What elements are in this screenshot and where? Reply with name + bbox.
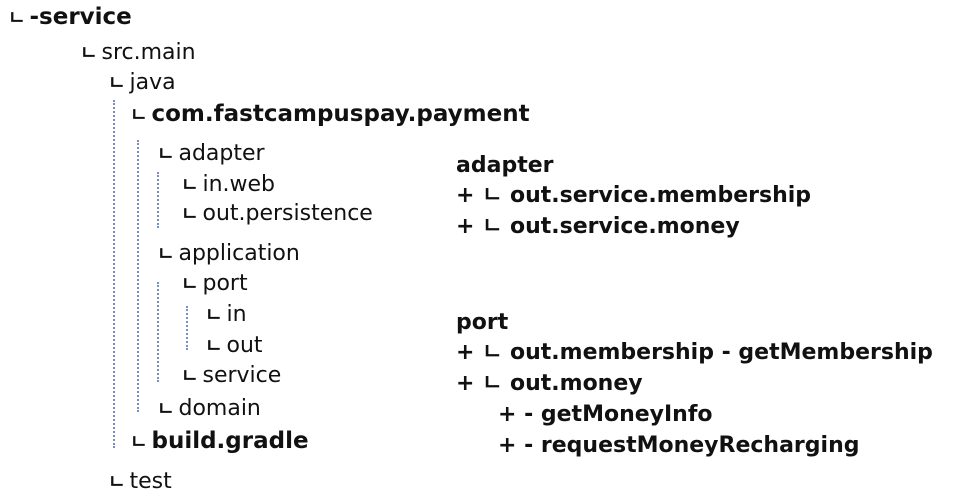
port-heading: port — [456, 310, 509, 335]
adapter-added-item: + ㄴ out.service.money — [456, 214, 740, 239]
tree-label: service — [202, 363, 282, 388]
tree-node-test: ㄴ test — [108, 471, 172, 493]
tree-label: src.main — [101, 40, 196, 65]
tree-label: build.gradle — [151, 428, 309, 454]
tree-node-out: ㄴ out — [205, 335, 263, 357]
money-method: + - getMoneyInfo — [498, 402, 713, 427]
branch-glyph-icon: ㄴ — [108, 72, 126, 94]
branch-glyph-icon: ㄴ — [205, 335, 223, 357]
tree-label: -service — [29, 4, 132, 30]
adapter-added-item: + ㄴ out.service.membership — [456, 183, 812, 208]
tree-label: port — [202, 271, 248, 296]
port-added-item: + ㄴ out.membership - getMembership — [456, 340, 933, 365]
tree-node-in: ㄴ in — [205, 304, 247, 326]
tree-label: out.persistence — [202, 201, 373, 226]
tree-node-src-main: ㄴ src.main — [80, 42, 196, 64]
tree-node-service: ㄴ service — [181, 365, 281, 387]
tree-node-application: ㄴ application — [157, 243, 300, 265]
branch-glyph-icon: ㄴ — [130, 104, 148, 126]
tree-node-java: ㄴ java — [108, 72, 176, 94]
adapter-heading: adapter — [456, 153, 554, 178]
tree-label: application — [178, 241, 300, 266]
branch-glyph-icon: ㄴ — [181, 203, 199, 225]
tree-label: adapter — [178, 141, 265, 166]
tree-root: ㄴ -service — [8, 6, 132, 29]
tree-node-out-persistence: ㄴ out.persistence — [181, 203, 373, 225]
branch-glyph-icon: ㄴ — [157, 143, 175, 165]
branch-glyph-icon: ㄴ — [108, 471, 126, 493]
tree-label: test — [129, 469, 172, 494]
tree-node-package: ㄴ com.fastcampuspay.payment — [130, 103, 530, 126]
tree-label: in.web — [202, 172, 276, 197]
branch-glyph-icon: ㄴ — [181, 174, 199, 196]
tree-label: out — [226, 333, 263, 358]
tree-label: domain — [178, 396, 261, 421]
branch-glyph-icon: ㄴ — [8, 7, 26, 29]
tree-node-domain: ㄴ domain — [157, 398, 261, 420]
branch-glyph-icon: ㄴ — [157, 398, 175, 420]
guide-line-java — [113, 100, 115, 448]
branch-glyph-icon: ㄴ — [80, 42, 98, 64]
branch-glyph-icon: ㄴ — [157, 243, 175, 265]
money-method: + - requestMoneyRecharging — [498, 433, 860, 458]
tree-label: com.fastcampuspay.payment — [151, 101, 530, 127]
branch-glyph-icon: ㄴ — [205, 304, 223, 326]
branch-glyph-icon: ㄴ — [181, 273, 199, 295]
guide-line-package — [137, 140, 139, 412]
tree-label: java — [129, 70, 176, 95]
guide-line-application — [157, 282, 159, 382]
branch-glyph-icon: ㄴ — [181, 365, 199, 387]
guide-line-adapter — [157, 172, 159, 228]
tree-node-build-gradle: ㄴ build.gradle — [130, 430, 309, 453]
guide-line-port — [186, 306, 188, 350]
tree-node-in-web: ㄴ in.web — [181, 174, 275, 196]
branch-glyph-icon: ㄴ — [130, 431, 148, 453]
tree-label: in — [226, 302, 247, 327]
tree-node-adapter: ㄴ adapter — [157, 143, 265, 165]
port-added-item: + ㄴ out.money — [456, 371, 643, 396]
tree-node-port: ㄴ port — [181, 273, 248, 295]
